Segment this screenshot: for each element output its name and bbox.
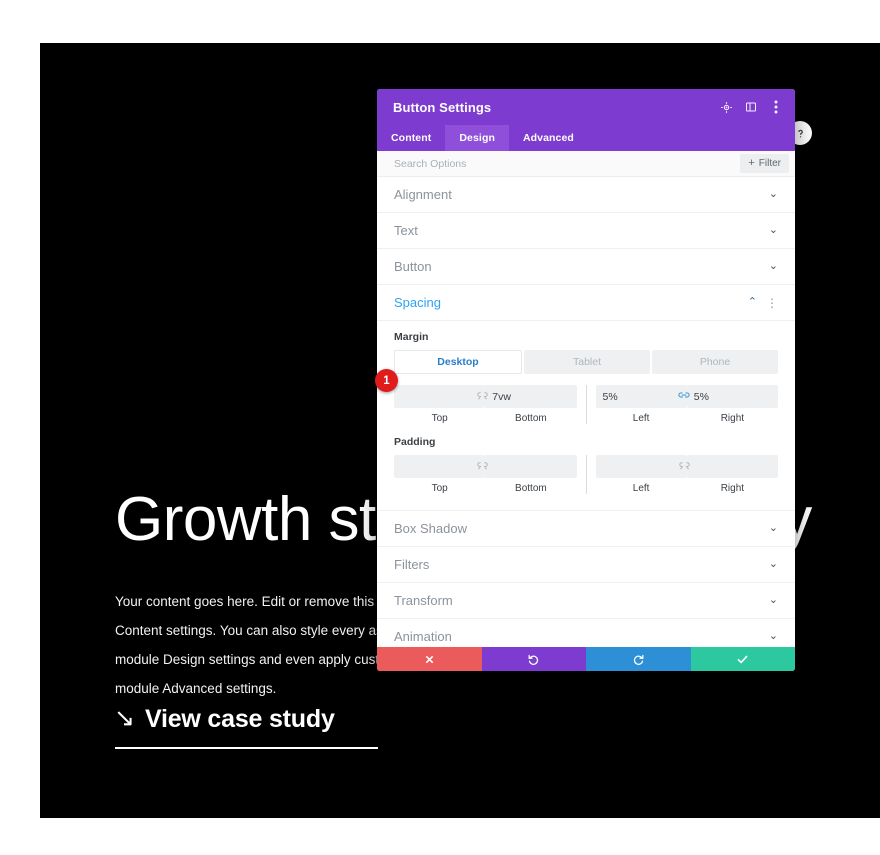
save-button[interactable] (690, 647, 795, 671)
margin-right-caption: Right (720, 413, 745, 424)
modal-header: Button Settings (377, 89, 795, 125)
section-box-shadow[interactable]: Box Shadow ⌄ (377, 511, 795, 547)
spacing-panel: Margin Desktop Tablet Phone Top 7vw Bott… (377, 321, 795, 511)
section-transform[interactable]: Transform ⌄ (377, 583, 795, 619)
more-vertical-icon[interactable] (769, 100, 783, 114)
margin-bottom-caption: Bottom (515, 413, 547, 424)
margin-right-input[interactable] (686, 385, 778, 408)
padding-divider (585, 455, 587, 494)
plus-icon: + (748, 157, 755, 169)
section-spacing-more-icon[interactable]: ⋮ (766, 297, 778, 309)
section-button[interactable]: Button ⌄ (377, 249, 795, 285)
help-circle-icon (797, 129, 803, 137)
chevron-down-icon: ⌄ (768, 188, 778, 200)
margin-label: Margin (394, 331, 429, 343)
modal-scroll-body[interactable]: Alignment ⌄ Text ⌄ Button ⌄ Spacing ⌃ ⋮ (377, 177, 795, 647)
filter-label: Filter (758, 158, 781, 169)
target-icon[interactable] (719, 100, 733, 114)
section-box-shadow-label: Box Shadow (394, 521, 467, 536)
arrow-down-right-icon: ↘ (114, 704, 135, 732)
padding-label: Padding (394, 436, 436, 448)
margin-left-caption: Left (632, 413, 650, 424)
unlink-icon[interactable] (475, 391, 490, 402)
button-settings-modal: Button Settings Content Design Advanced … (377, 89, 795, 671)
section-text-label: Text (394, 223, 418, 238)
chevron-down-icon: ⌄ (768, 594, 778, 606)
padding-left-cell: Left (595, 455, 687, 494)
layout-panel-icon[interactable] (744, 100, 758, 114)
padding-right-cell: Right (679, 455, 778, 494)
chevron-down-icon: ⌄ (768, 522, 778, 534)
device-tab-desktop[interactable]: Desktop (394, 350, 522, 374)
section-animation-label: Animation (394, 629, 452, 644)
unlink-icon[interactable] (475, 461, 490, 472)
section-spacing-header[interactable]: Spacing ⌃ ⋮ (377, 285, 795, 321)
margin-right-cell: Right (678, 385, 778, 424)
tab-design[interactable]: Design (445, 125, 509, 151)
check-icon (737, 655, 748, 663)
redo-button[interactable] (586, 647, 691, 671)
section-alignment-label: Alignment (394, 187, 452, 202)
margin-bottom-cell: Bottom (477, 385, 577, 424)
margin-top-cell: Top (394, 385, 486, 424)
margin-left-cell: Left (595, 385, 687, 424)
section-transform-label: Transform (394, 593, 453, 608)
section-spacing-label: Spacing (394, 295, 441, 310)
screenshot-root: Growth strategy for luxury Your content … (0, 0, 880, 855)
margin-device-tabs: Desktop Tablet Phone (394, 350, 778, 374)
padding-left-input[interactable] (595, 455, 687, 478)
padding-bottom-input[interactable] (485, 455, 577, 478)
modal-title: Button Settings (393, 99, 492, 115)
filter-button[interactable]: + Filter (740, 154, 789, 173)
device-tab-tablet[interactable]: Tablet (524, 350, 650, 374)
padding-bottom-cell: Bottom (477, 455, 577, 494)
chevron-down-icon: ⌄ (768, 630, 778, 642)
margin-left-input[interactable] (595, 385, 687, 408)
view-case-study-link[interactable]: ↘ View case study (114, 705, 335, 734)
chevron-down-icon: ⌄ (768, 224, 778, 236)
undo-button[interactable] (481, 647, 586, 671)
section-alignment[interactable]: Alignment ⌄ (377, 177, 795, 213)
section-animation[interactable]: Animation ⌄ (377, 619, 795, 647)
padding-bottom-caption: Bottom (515, 483, 547, 494)
close-icon (425, 655, 434, 663)
margin-fields: Top Bottom (394, 385, 778, 424)
redo-icon (633, 654, 644, 665)
view-case-study-label: View case study (144, 705, 335, 733)
margin-top-caption: Top (431, 413, 448, 424)
tab-content[interactable]: Content (377, 125, 445, 151)
chevron-down-icon: ⌄ (768, 558, 778, 570)
margin-bottom-input[interactable] (485, 385, 577, 408)
padding-left-caption: Left (632, 483, 650, 494)
padding-top-input[interactable] (394, 455, 486, 478)
link-icon[interactable] (677, 391, 692, 402)
section-filters[interactable]: Filters ⌄ (377, 547, 795, 583)
cta-underline (115, 747, 378, 749)
tab-advanced[interactable]: Advanced (509, 125, 588, 151)
section-text[interactable]: Text ⌄ (377, 213, 795, 249)
margin-divider (585, 385, 587, 424)
search-input[interactable] (394, 157, 741, 170)
padding-top-cell: Top (394, 455, 486, 494)
unlink-icon[interactable] (677, 461, 692, 472)
margin-top-input[interactable] (394, 385, 486, 408)
undo-icon (528, 654, 539, 665)
annotation-step-badge: 1 (375, 369, 398, 392)
device-tab-phone[interactable]: Phone (652, 350, 778, 374)
section-filters-label: Filters (394, 557, 430, 572)
padding-fields: Top Bottom Left Right (394, 455, 778, 494)
chevron-up-icon[interactable]: ⌃ (748, 297, 757, 308)
modal-tabs: Content Design Advanced (377, 125, 795, 151)
padding-right-input[interactable] (686, 455, 778, 478)
padding-right-caption: Right (720, 483, 745, 494)
chevron-down-icon: ⌄ (768, 260, 778, 272)
modal-header-actions (719, 100, 783, 114)
modal-footer (377, 647, 795, 671)
padding-top-caption: Top (431, 483, 448, 494)
cancel-button[interactable] (377, 647, 482, 671)
section-button-label: Button (394, 259, 432, 274)
search-options-row: + Filter (377, 151, 795, 177)
